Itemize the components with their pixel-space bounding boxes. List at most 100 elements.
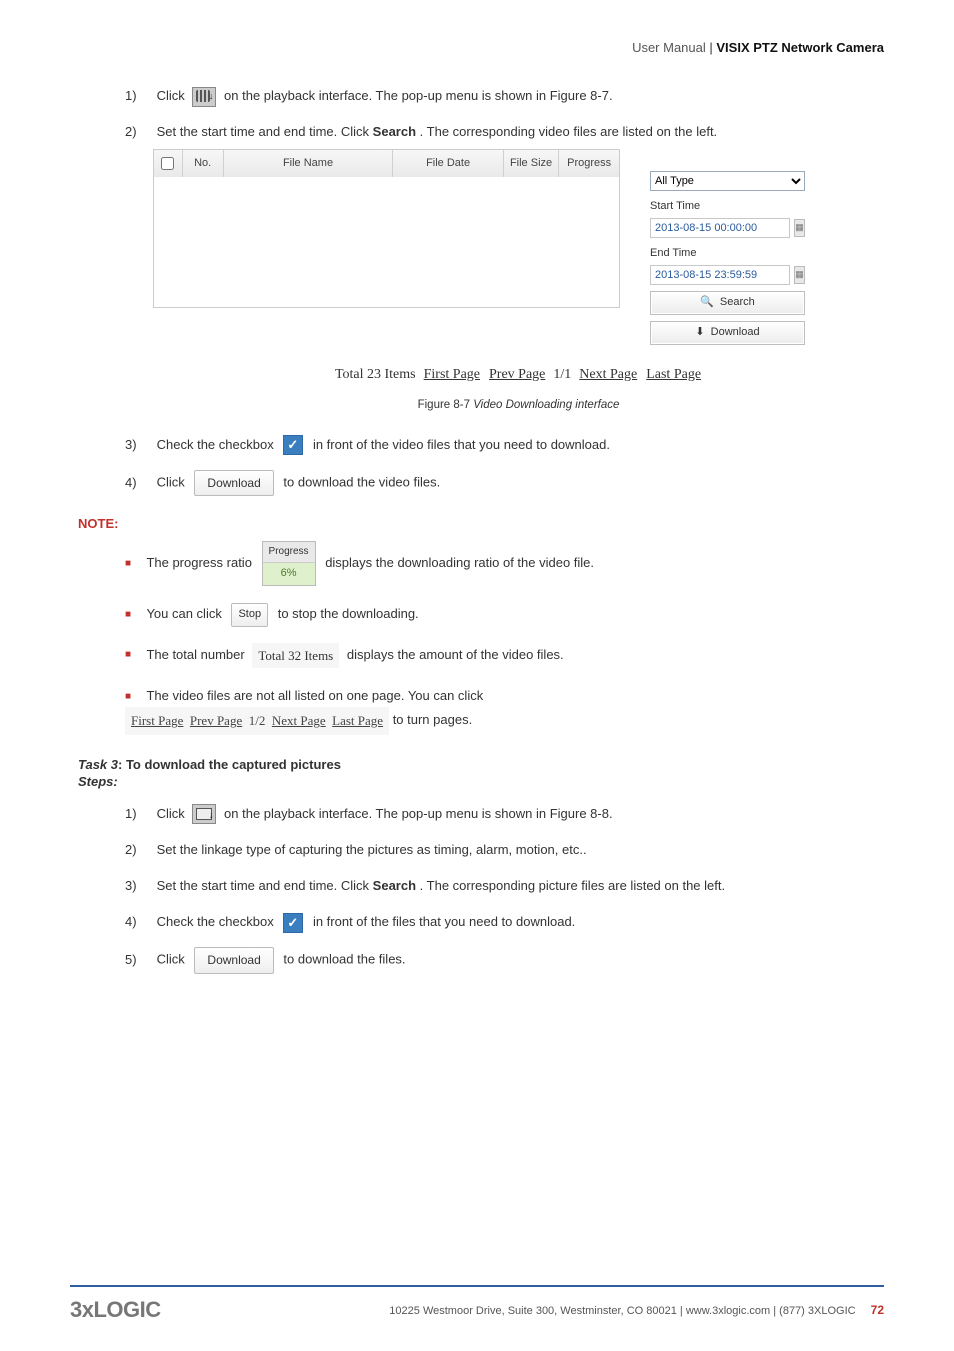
- pager-prev: Prev Page: [190, 713, 242, 728]
- first-page-link[interactable]: First Page: [424, 367, 480, 382]
- task-3-lead: Task 3: [78, 757, 118, 772]
- step-3: 3) Check the checkbox in front of the vi…: [125, 434, 884, 456]
- page-footer: 3xLOGIC 10225 Westmoor Drive, Suite 300,…: [70, 1285, 884, 1323]
- search-panel: All Type Start Time ▦ End Time ▦: [650, 149, 805, 344]
- progress-header: Progress: [263, 542, 315, 563]
- task-3-heading: Task 3: To download the captured picture…: [78, 757, 884, 772]
- note-d-t1: The video files are not all listed on on…: [146, 688, 483, 703]
- b-step-2: 2) Set the linkage type of capturing the…: [125, 839, 884, 861]
- note-a-t2: displays the downloading ratio of the vi…: [325, 555, 594, 570]
- end-time-input[interactable]: [650, 265, 790, 285]
- note-heading: NOTE:: [78, 516, 884, 531]
- step-1-t2: on the playback interface. The pop-up me…: [224, 88, 613, 103]
- step-3-t2: in front of the video files that you nee…: [313, 437, 610, 452]
- step-2-t2: . The corresponding video files are list…: [420, 124, 718, 139]
- pager-next: Next Page: [272, 713, 326, 728]
- b4-t1: Check the checkbox: [157, 914, 278, 929]
- b5-t1: Click: [157, 952, 189, 967]
- b-step-1: 1) Click ↓ on the playback interface. Th…: [125, 803, 884, 825]
- stop-inline-button: Stop: [231, 603, 268, 627]
- col-progress: Progress: [559, 150, 619, 177]
- file-type-select[interactable]: All Type: [650, 171, 805, 191]
- b1-num: 1): [125, 803, 153, 825]
- pager-pos: 1/2: [249, 713, 266, 728]
- note-a-t1: The progress ratio: [146, 555, 255, 570]
- page-position: 1/1: [553, 367, 571, 382]
- step-3-num: 3): [125, 434, 153, 456]
- video-download-icon: ↓: [192, 87, 216, 107]
- file-list-body: [154, 177, 619, 307]
- b4-num: 4): [125, 911, 153, 933]
- note-stop: You can click Stop to stop the downloadi…: [125, 602, 884, 626]
- col-file-name: File Name: [224, 150, 394, 177]
- header-div: |: [706, 40, 717, 55]
- total-items: Total 23 Items: [335, 367, 416, 382]
- step-2-num: 2): [125, 121, 153, 143]
- b3-t2: . The corresponding picture files are li…: [420, 878, 725, 893]
- checkbox-icon: [283, 913, 303, 933]
- download-button-label: Download: [711, 323, 760, 342]
- end-time-label: End Time: [650, 244, 805, 263]
- task-3-rest: : To download the captured pictures: [118, 757, 341, 772]
- b2-num: 2): [125, 839, 153, 861]
- note-progress: The progress ratio Progress 6% displays …: [125, 541, 884, 586]
- download-button[interactable]: ⬇ Download: [650, 321, 805, 345]
- start-time-label: Start Time: [650, 197, 805, 216]
- b5-num: 5): [125, 949, 153, 971]
- page-header: User Manual | VISIX PTZ Network Camera: [70, 40, 884, 55]
- b-step-5: 5) Click Download to download the files.: [125, 947, 884, 973]
- prev-page-link[interactable]: Prev Page: [489, 367, 545, 382]
- step-4: 4) Click Download to download the video …: [125, 470, 884, 496]
- search-button[interactable]: 🔍 Search: [650, 291, 805, 315]
- b4-t2: in front of the files that you need to d…: [313, 914, 575, 929]
- note-d-t2: to turn pages.: [393, 713, 473, 728]
- file-list-table: No. File Name File Date File Size Progre…: [153, 149, 620, 308]
- note-b-t1: You can click: [146, 606, 225, 621]
- figure-title: Video Downloading interface: [473, 399, 619, 411]
- step-4-t1: Click: [157, 475, 189, 490]
- col-checkbox: [154, 150, 183, 177]
- col-no: No.: [183, 150, 224, 177]
- b3-num: 3): [125, 875, 153, 897]
- picture-download-icon: ↓: [192, 804, 216, 824]
- step-1-num: 1): [125, 85, 153, 107]
- col-file-size: File Size: [504, 150, 560, 177]
- calendar-icon[interactable]: ▦: [794, 266, 805, 284]
- next-page-link[interactable]: Next Page: [579, 367, 637, 382]
- header-bold: VISIX PTZ Network Camera: [716, 40, 884, 55]
- download-inline-button: Download: [194, 947, 273, 973]
- calendar-icon[interactable]: ▦: [794, 219, 805, 237]
- step-2-bold: Search: [373, 124, 416, 139]
- b3-bold: Search: [373, 878, 416, 893]
- download-inline-button: Download: [194, 470, 273, 496]
- step-2: 2) Set the start time and end time. Clic…: [125, 121, 884, 416]
- pager-first: First Page: [131, 713, 183, 728]
- steps-label: Steps:: [78, 774, 884, 789]
- file-list-header: No. File Name File Date File Size Progre…: [154, 150, 619, 177]
- header-light: User Manual: [632, 40, 706, 55]
- note-c-t2: displays the amount of the video files.: [347, 647, 564, 662]
- note-pager: The video files are not all listed on on…: [125, 684, 884, 735]
- b1-t2: on the playback interface. The pop-up me…: [224, 806, 613, 821]
- pager-last: Last Page: [332, 713, 383, 728]
- step-1: 1) Click ↓ on the playback interface. Th…: [125, 85, 884, 107]
- last-page-link[interactable]: Last Page: [646, 367, 701, 382]
- step-4-num: 4): [125, 472, 153, 494]
- note-total: The total number Total 32 Items displays…: [125, 643, 884, 668]
- b-step-3: 3) Set the start time and end time. Clic…: [125, 875, 884, 897]
- col-file-date: File Date: [393, 150, 503, 177]
- b2-t: Set the linkage type of capturing the pi…: [157, 842, 587, 857]
- b-step-4: 4) Check the checkbox in front of the fi…: [125, 911, 884, 933]
- note-c-t1: The total number: [146, 647, 248, 662]
- footer-text: 10225 Westmoor Drive, Suite 300, Westmin…: [389, 1303, 884, 1317]
- start-time-input[interactable]: [650, 218, 790, 238]
- checkbox-icon: [283, 435, 303, 455]
- download-icon: ⬇: [695, 323, 704, 342]
- search-button-label: Search: [720, 293, 755, 312]
- figure-caption: Figure 8-7 Video Downloading interface: [153, 396, 884, 416]
- note-b-t2: to stop the downloading.: [278, 606, 419, 621]
- progress-cell: Progress 6%: [262, 541, 316, 586]
- progress-value: 6%: [263, 563, 315, 585]
- select-all-checkbox[interactable]: [161, 157, 174, 170]
- pagination-row: Total 23 Items First Page Prev Page 1/1 …: [153, 363, 884, 387]
